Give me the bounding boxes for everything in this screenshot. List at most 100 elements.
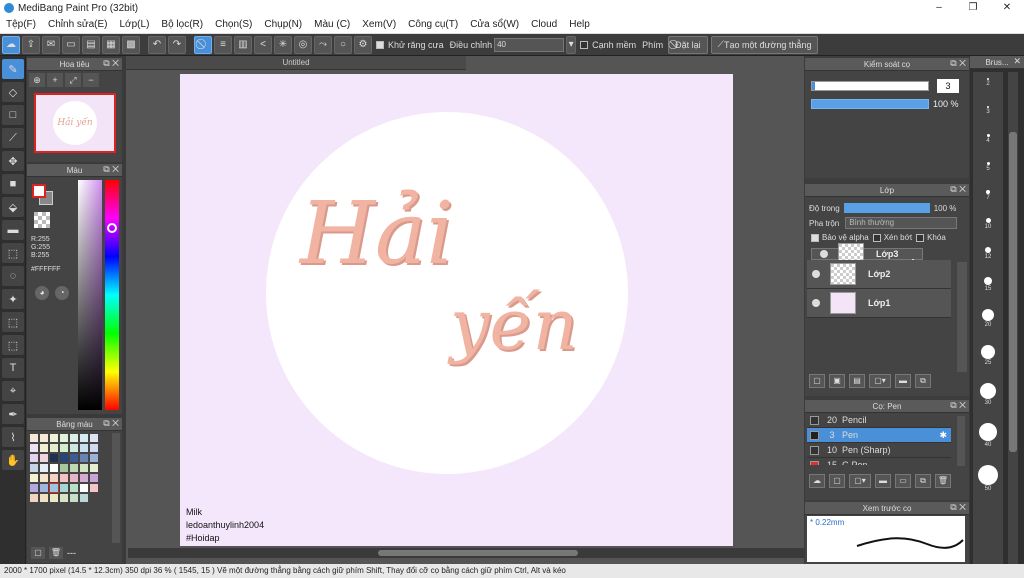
brush-size-item[interactable]: 4	[973, 134, 1003, 144]
magic-wand-tool-icon[interactable]: ✦	[2, 289, 24, 309]
lock-checkbox[interactable]	[916, 233, 925, 242]
menu-help[interactable]: Help	[569, 19, 590, 30]
eraser-tool-icon[interactable]: ◇	[2, 82, 24, 102]
palette-swatch[interactable]	[30, 464, 38, 472]
palette-swatch[interactable]	[50, 474, 58, 482]
brush-tool-icon[interactable]: ✎	[2, 59, 24, 79]
palette-swatch[interactable]	[60, 454, 68, 462]
palette-swatch[interactable]	[70, 484, 78, 492]
palette-swatch[interactable]	[40, 494, 48, 502]
palette-add-icon[interactable]: ◔	[55, 286, 69, 300]
panel-buttons[interactable]: ⧉ ✕	[103, 418, 119, 429]
palette-swatch[interactable]	[70, 494, 78, 502]
hue-handle[interactable]	[107, 223, 117, 233]
add-layer-menu-icon[interactable]: ▢▾	[869, 374, 891, 388]
reset-button[interactable]: ⃠ Đặt lại	[668, 35, 708, 54]
brush-size-item[interactable]: 12	[973, 247, 1003, 260]
menu-cloud[interactable]: Cloud	[531, 19, 557, 30]
share-icon[interactable]: ⇪	[22, 35, 40, 54]
palette-swatch[interactable]	[90, 444, 98, 452]
palette-swatch[interactable]	[80, 494, 88, 502]
brush-folder2-icon[interactable]: ▭	[895, 474, 911, 488]
panel-buttons[interactable]: ⧉ ✕	[950, 58, 966, 69]
menu-color[interactable]: Màu (C)	[314, 19, 350, 30]
blend-mode-select[interactable]: Bình thường	[845, 217, 958, 229]
panel-buttons[interactable]: ✕	[1013, 56, 1021, 67]
document-tab[interactable]: Untitled	[126, 56, 466, 70]
palette-swatch[interactable]	[30, 474, 38, 482]
clip-checkbox[interactable]	[872, 233, 881, 242]
layer-opacity-slider[interactable]	[843, 203, 930, 213]
palette-swatch[interactable]	[50, 434, 58, 442]
palette-swatch[interactable]	[90, 484, 98, 492]
palette-swatch[interactable]	[30, 434, 38, 442]
palette-swatch[interactable]	[90, 434, 98, 442]
palette-icon[interactable]: ◕	[35, 286, 49, 300]
brush-size-item[interactable]: 50	[973, 465, 1003, 492]
menu-view[interactable]: Xem(V)	[362, 19, 396, 30]
brush-size-slider[interactable]	[811, 81, 929, 91]
brush-size-item[interactable]: 5	[973, 162, 1003, 172]
scroll-thumb[interactable]	[1009, 132, 1017, 452]
palette-swatch[interactable]	[60, 494, 68, 502]
brush-folder-icon[interactable]: ▬	[875, 474, 891, 488]
fill-rect-tool-icon[interactable]: ■	[2, 174, 24, 194]
palette-swatch[interactable]	[90, 464, 98, 472]
navigator-thumbnail[interactable]: Hải yến	[34, 93, 116, 153]
comment-icon[interactable]: ✉	[42, 35, 60, 54]
saturation-value-picker[interactable]	[78, 180, 102, 410]
trash-icon[interactable]: 🗑	[935, 474, 951, 488]
hue-slider[interactable]	[105, 180, 119, 410]
fit-window-icon[interactable]: ⤢	[65, 73, 81, 87]
new-color-layer-icon[interactable]: ▣	[829, 374, 845, 388]
palette-swatch[interactable]	[60, 484, 68, 492]
redo-icon[interactable]: ↷	[168, 35, 186, 54]
brush-opacity-slider[interactable]	[811, 99, 929, 109]
palette-swatch[interactable]	[30, 494, 38, 502]
transparent-color-swatch[interactable]	[34, 212, 50, 228]
brush-menu-icon[interactable]: ▢▾	[849, 474, 871, 488]
protect-alpha-checkbox[interactable]	[811, 233, 819, 242]
palette-swatch[interactable]	[60, 464, 68, 472]
menu-select[interactable]: Chọn(S)	[215, 19, 252, 30]
layers-scrollbar[interactable]	[957, 262, 967, 372]
radial-snap-icon[interactable]: ✳	[274, 35, 292, 54]
lasso-tool-icon[interactable]: ◌	[2, 266, 24, 286]
palette-swatch[interactable]	[30, 444, 38, 452]
palette-swatch[interactable]	[49, 483, 59, 493]
palette-swatch[interactable]	[50, 494, 58, 502]
panel-buttons[interactable]: ⧉ ✕	[103, 58, 119, 69]
tiles-icon[interactable]: ▩	[122, 35, 140, 54]
menu-edit[interactable]: Chỉnh sửa(E)	[48, 19, 108, 30]
horizontal-scrollbar[interactable]	[128, 548, 804, 558]
brush-row[interactable]: 3 Pen ✱	[807, 428, 951, 443]
zoom-out-icon[interactable]: −	[83, 73, 99, 87]
chat-icon[interactable]: ▭	[62, 35, 80, 54]
chevron-down-icon[interactable]: ▾	[566, 35, 577, 54]
undo-icon[interactable]: ↶	[148, 35, 166, 54]
palette-swatch[interactable]	[70, 474, 78, 482]
antialias-checkbox[interactable]	[376, 40, 384, 49]
cross-snap-icon[interactable]: ▥	[234, 35, 252, 54]
brush-size-value[interactable]: 3	[937, 79, 959, 93]
brush-size-item[interactable]: 40	[973, 423, 1003, 448]
soft-edge-checkbox[interactable]	[580, 40, 589, 49]
duplicate-layer-icon[interactable]: ⧉	[915, 374, 931, 388]
eye-icon[interactable]	[812, 299, 820, 307]
brush-size-item[interactable]: 10	[973, 218, 1003, 230]
palette-swatch[interactable]	[50, 454, 58, 462]
canvas[interactable]: Hải yến Milk ledoanthuylinh2004 #Hoidap	[180, 74, 733, 546]
line-tool-icon[interactable]: ⟋	[2, 128, 24, 148]
brush-row[interactable]: 10 Pen (Sharp)	[807, 443, 951, 458]
zoom-fit-icon[interactable]: ⊕	[29, 73, 45, 87]
palette-swatch[interactable]	[60, 474, 68, 482]
scroll-thumb[interactable]	[378, 550, 578, 556]
divide-tool-icon[interactable]: ⌖	[2, 381, 24, 401]
menu-file[interactable]: Tệp(F)	[6, 19, 36, 30]
panel-buttons[interactable]: ⧉ ✕	[950, 400, 966, 411]
brush-size-item[interactable]: 7	[973, 190, 1003, 201]
folder-icon[interactable]: ▬	[895, 374, 911, 388]
menu-window[interactable]: Cửa sổ(W)	[470, 19, 519, 30]
gradient-tool-icon[interactable]: ▬	[2, 220, 24, 240]
panel-buttons[interactable]: ⧉ ✕	[950, 184, 966, 195]
